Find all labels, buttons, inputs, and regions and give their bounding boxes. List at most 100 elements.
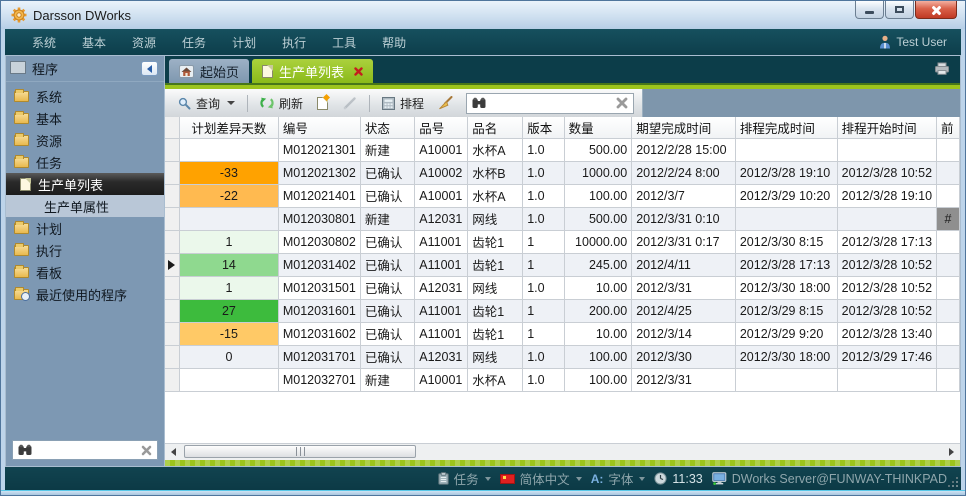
cell-diff-days[interactable]: 27	[179, 299, 278, 322]
menu-item-6[interactable]: 执行	[269, 30, 319, 55]
row-selector-cell[interactable]	[165, 253, 179, 276]
cell-item-name[interactable]: 齿轮1	[468, 299, 523, 322]
cell-quantity[interactable]: 10.00	[564, 276, 632, 299]
cell-sched-finish[interactable]	[735, 368, 837, 391]
cell-sched-start[interactable]: 2012/3/29 17:46	[837, 345, 936, 368]
cell-extra[interactable]	[937, 230, 960, 253]
printer-icon[interactable]	[934, 62, 950, 75]
cell-expect-finish[interactable]: 2012/3/7	[632, 184, 736, 207]
cell-order-code[interactable]: M012031602	[278, 322, 360, 345]
cell-sched-start[interactable]: 2012/3/28 10:52	[837, 161, 936, 184]
cell-item-no[interactable]: A10001	[415, 184, 468, 207]
cell-item-no[interactable]: A10001	[415, 138, 468, 161]
cell-expect-finish[interactable]: 2012/4/25	[632, 299, 736, 322]
cell-sched-start[interactable]: 2012/3/28 10:52	[837, 299, 936, 322]
table-row[interactable]: M012030801新建A12031网线1.0500.002012/3/31 0…	[165, 207, 960, 230]
cell-sched-finish[interactable]: 2012/3/29 9:20	[735, 322, 837, 345]
cell-sched-finish[interactable]: 2012/3/30 18:00	[735, 276, 837, 299]
cell-version[interactable]: 1	[523, 230, 564, 253]
cell-quantity[interactable]: 500.00	[564, 138, 632, 161]
table-row[interactable]: M012032701新建A10001水杯A1.0100.002012/3/31	[165, 368, 960, 391]
close-button[interactable]	[915, 1, 957, 19]
menu-item-5[interactable]: 计划	[219, 30, 269, 55]
sidebar-item[interactable]: 生产单列表	[6, 173, 164, 195]
cell-extra[interactable]	[937, 184, 960, 207]
edit-button[interactable]	[338, 92, 362, 114]
status-font-menu[interactable]: A: 字体	[591, 469, 646, 488]
cell-version[interactable]: 1.0	[523, 368, 564, 391]
cell-status[interactable]: 已确认	[360, 184, 414, 207]
clear-search-icon[interactable]	[141, 445, 152, 456]
cell-sched-start[interactable]	[837, 138, 936, 161]
cell-quantity[interactable]: 10.00	[564, 322, 632, 345]
cell-sched-start[interactable]	[837, 368, 936, 391]
cell-sched-start[interactable]	[837, 207, 936, 230]
sidebar-item[interactable]: 看板	[6, 261, 164, 283]
cell-extra[interactable]	[937, 253, 960, 276]
sidebar-collapse-button[interactable]	[141, 61, 158, 76]
cell-order-code[interactable]: M012032701	[278, 368, 360, 391]
cell-diff-days[interactable]: 0	[179, 345, 278, 368]
cell-status[interactable]: 已确认	[360, 161, 414, 184]
cell-sched-finish[interactable]: 2012/3/29 8:15	[735, 299, 837, 322]
cell-diff-days[interactable]: -33	[179, 161, 278, 184]
cell-diff-days[interactable]: 1	[179, 230, 278, 253]
cell-expect-finish[interactable]: 2012/3/30	[632, 345, 736, 368]
cell-quantity[interactable]: 200.00	[564, 299, 632, 322]
table-row[interactable]: 14M012031402已确认A11001齿轮11245.002012/4/11…	[165, 253, 960, 276]
cell-order-code[interactable]: M012031701	[278, 345, 360, 368]
cell-expect-finish[interactable]: 2012/2/28 15:00	[632, 138, 736, 161]
menu-item-8[interactable]: 帮助	[369, 30, 419, 55]
cell-expect-finish[interactable]: 2012/3/14	[632, 322, 736, 345]
cell-extra[interactable]	[937, 345, 960, 368]
cell-order-code[interactable]: M012031601	[278, 299, 360, 322]
menu-item-1[interactable]: 系统	[19, 30, 69, 55]
cell-extra[interactable]: #	[937, 207, 960, 230]
cell-item-name[interactable]: 网线	[468, 276, 523, 299]
tab-home[interactable]: 起始页	[169, 59, 249, 83]
cell-item-no[interactable]: A11001	[415, 322, 468, 345]
cell-diff-days[interactable]	[179, 368, 278, 391]
cell-quantity[interactable]: 245.00	[564, 253, 632, 276]
maximize-button[interactable]	[885, 1, 914, 19]
cell-diff-days[interactable]: 1	[179, 276, 278, 299]
query-button[interactable]: 查询	[173, 92, 240, 114]
sidebar-item[interactable]: 执行	[6, 239, 164, 261]
sidebar-search-input[interactable]	[37, 443, 136, 457]
cell-item-name[interactable]: 水杯A	[468, 184, 523, 207]
cell-quantity[interactable]: 100.00	[564, 345, 632, 368]
row-selector-cell[interactable]	[165, 322, 179, 345]
cell-status[interactable]: 新建	[360, 207, 414, 230]
cell-sched-finish[interactable]	[735, 138, 837, 161]
cell-item-name[interactable]: 网线	[468, 345, 523, 368]
scrollbar-track[interactable]	[182, 444, 943, 460]
table-row[interactable]: 27M012031601已确认A11001齿轮11200.002012/4/25…	[165, 299, 960, 322]
menu-item-7[interactable]: 工具	[319, 30, 369, 55]
cell-order-code[interactable]: M012031501	[278, 276, 360, 299]
cell-order-code[interactable]: M012021401	[278, 184, 360, 207]
table-row[interactable]: 1M012030802已确认A11001齿轮1110000.002012/3/3…	[165, 230, 960, 253]
cell-extra[interactable]	[937, 368, 960, 391]
refresh-button[interactable]: 刷新	[255, 92, 308, 114]
column-header[interactable]: 编号	[278, 117, 360, 138]
sidebar-item[interactable]: 计划	[6, 217, 164, 239]
clean-button[interactable]	[433, 92, 458, 114]
cell-expect-finish[interactable]: 2012/4/11	[632, 253, 736, 276]
cell-item-no[interactable]: A11001	[415, 253, 468, 276]
cell-status[interactable]: 已确认	[360, 230, 414, 253]
sidebar-item[interactable]: 生产单属性	[6, 195, 164, 217]
clear-search-icon[interactable]	[616, 97, 628, 109]
cell-version[interactable]: 1	[523, 322, 564, 345]
cell-status[interactable]: 已确认	[360, 276, 414, 299]
column-header[interactable]: 品名	[468, 117, 523, 138]
tab-close-button[interactable]	[354, 67, 363, 76]
cell-order-code[interactable]: M012021302	[278, 161, 360, 184]
cell-sched-finish[interactable]: 2012/3/28 17:13	[735, 253, 837, 276]
cell-item-no[interactable]: A12031	[415, 345, 468, 368]
row-selector-cell[interactable]	[165, 184, 179, 207]
cell-sched-start[interactable]: 2012/3/28 10:52	[837, 253, 936, 276]
cell-version[interactable]: 1	[523, 299, 564, 322]
table-row[interactable]: -22M012021401已确认A10001水杯A1.0100.002012/3…	[165, 184, 960, 207]
cell-item-name[interactable]: 水杯B	[468, 161, 523, 184]
cell-diff-days[interactable]	[179, 138, 278, 161]
